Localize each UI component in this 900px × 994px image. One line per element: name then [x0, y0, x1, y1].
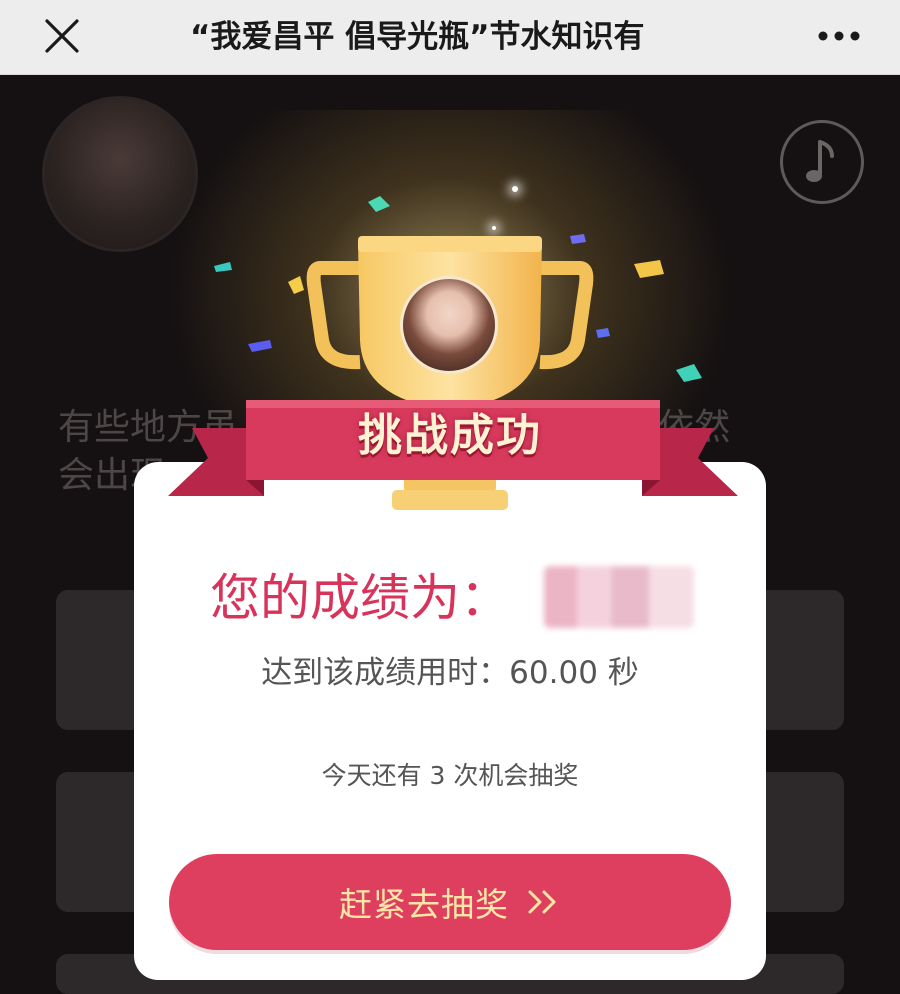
double-chevron-right-icon: [527, 889, 561, 915]
remaining-chances-text: 今天还有 3 次机会抽奖: [321, 761, 579, 790]
challenge-success-title: 挑战成功: [358, 410, 542, 461]
go-lottery-button[interactable]: 赶紧去抽奖: [169, 854, 731, 950]
go-lottery-label: 赶紧去抽奖: [339, 886, 509, 923]
score-label: 您的成绩为：: [210, 569, 510, 627]
time-used-text: 达到该成绩用时：60.00 秒: [261, 655, 639, 691]
trophy-avatar: [400, 276, 498, 374]
score-value-blurred: [544, 566, 694, 628]
